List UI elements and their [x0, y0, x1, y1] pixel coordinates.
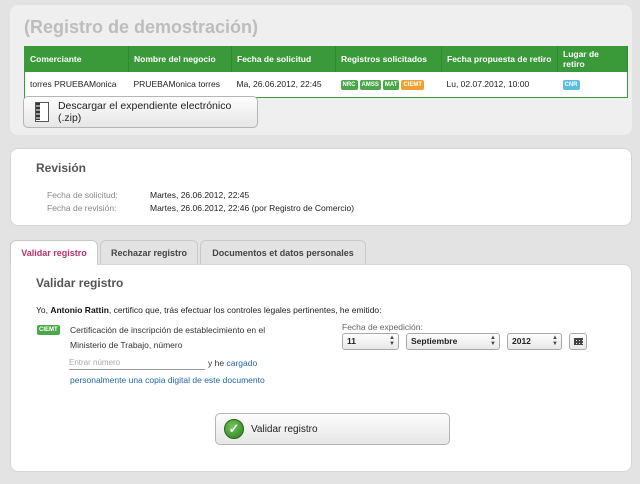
- cell-fecha-solicitud: Ma, 26.06.2012, 22:45: [231, 72, 336, 98]
- col-comerciante: Comerciante: [24, 46, 129, 72]
- validate-button[interactable]: ✓ Validar registro: [215, 413, 450, 445]
- day-select[interactable]: 11 ▲ ▼: [342, 333, 399, 350]
- request-panel: (Registro de demostración) Comerciante N…: [10, 5, 632, 135]
- zip-file-icon: [35, 102, 49, 122]
- select-arrows-icon: ▲ ▼: [552, 335, 558, 347]
- cell-comerciante: torres PRUEBAMonica: [24, 72, 129, 98]
- badge-cnr: CNR: [562, 79, 580, 90]
- col-negocio: Nombre del negocio: [128, 46, 232, 72]
- month-select[interactable]: Septiembre ▲ ▼: [406, 333, 500, 350]
- cell-fecha-retiro: Lu, 02.07.2012, 10:00: [441, 72, 558, 98]
- cert-suffix: , certifico que, trás efectuar los contr…: [108, 305, 382, 315]
- issue-date-label: Fecha de expedición:: [342, 322, 423, 332]
- validate-panel: Validar registro Yo, Antonio Rattin, cer…: [10, 264, 632, 472]
- day-value: 11: [347, 336, 356, 346]
- upload-prefix: y he: [208, 358, 225, 368]
- badge-ciemt: CIEMT: [401, 79, 425, 90]
- table-header-row: Comerciante Nombre del negocio Fecha de …: [24, 46, 628, 72]
- revision-panel: Revisión Fecha de solicitud: Martes, 26.…: [10, 148, 632, 226]
- col-fecha-retiro: Fecha propuesta de retiro: [441, 46, 558, 72]
- revision-key: Fecha de revisión:: [47, 203, 117, 213]
- download-label: Descargar el expendiente electrónico (.z…: [57, 100, 232, 124]
- revision-value: Martes, 26.06.2012, 22:46 (por Registro …: [150, 203, 355, 213]
- cell-lugar: CNR: [557, 72, 628, 98]
- calendar-icon: [573, 338, 583, 345]
- upload-text: y he cargado: [208, 358, 257, 368]
- badge-amss: AMSS: [359, 79, 381, 90]
- badge-mat: MAT: [382, 79, 400, 90]
- year-select[interactable]: 2012 ▲ ▼: [507, 333, 562, 350]
- col-fecha-solicitud: Fecha de solicitud: [231, 46, 336, 72]
- certification-statement: Yo, Antonio Rattin, certifico que, trás …: [36, 305, 382, 315]
- cell-registros: NRC AMSS MAT CIEMT: [335, 72, 442, 98]
- revision-key: Fecha de solicitud:: [47, 190, 118, 200]
- select-arrows-icon: ▲ ▼: [490, 335, 496, 347]
- validate-label: Validar registro: [251, 423, 318, 435]
- cert-prefix: Yo,: [36, 305, 51, 315]
- certificate-description: Certificación de inscripción de establec…: [70, 325, 266, 350]
- revision-value: Martes, 26.06.2012, 22:45: [150, 190, 250, 200]
- revision-title: Revisión: [36, 161, 87, 175]
- col-lugar: Lugar de retiro: [557, 46, 628, 72]
- tab-documentos[interactable]: Documentos et datos personales: [200, 240, 366, 264]
- check-icon: ✓: [224, 419, 244, 439]
- download-zip-button[interactable]: Descargar el expendiente electrónico (.z…: [23, 96, 258, 128]
- cell-negocio: PRUEBAMonica torres: [128, 72, 232, 98]
- month-value: Septiembre: [411, 336, 458, 346]
- table-row: torres PRUEBAMonica PRUEBAMonica torres …: [24, 72, 628, 98]
- badge-nrc: NRC: [340, 79, 358, 90]
- cargado-link[interactable]: cargado: [226, 358, 257, 368]
- request-table: Comerciante Nombre del negocio Fecha de …: [24, 46, 628, 98]
- officer-name: Antonio Rattin: [50, 305, 109, 315]
- certificate-number-input[interactable]: [69, 355, 205, 370]
- validate-title: Validar registro: [36, 276, 124, 290]
- personal-copy-link[interactable]: personalmente una copia digital de este …: [70, 375, 265, 385]
- col-registros: Registros solicitados: [335, 46, 442, 72]
- tab-rechazar-registro[interactable]: Rechazar registro: [100, 240, 198, 264]
- badge-ciemt: CIEMT: [37, 325, 60, 335]
- page-title: (Registro de demostración): [24, 17, 259, 37]
- year-value: 2012: [512, 336, 531, 346]
- select-arrows-icon: ▲ ▼: [389, 335, 395, 347]
- calendar-button[interactable]: [569, 333, 587, 350]
- tab-validar-registro[interactable]: Validar registro: [10, 240, 98, 265]
